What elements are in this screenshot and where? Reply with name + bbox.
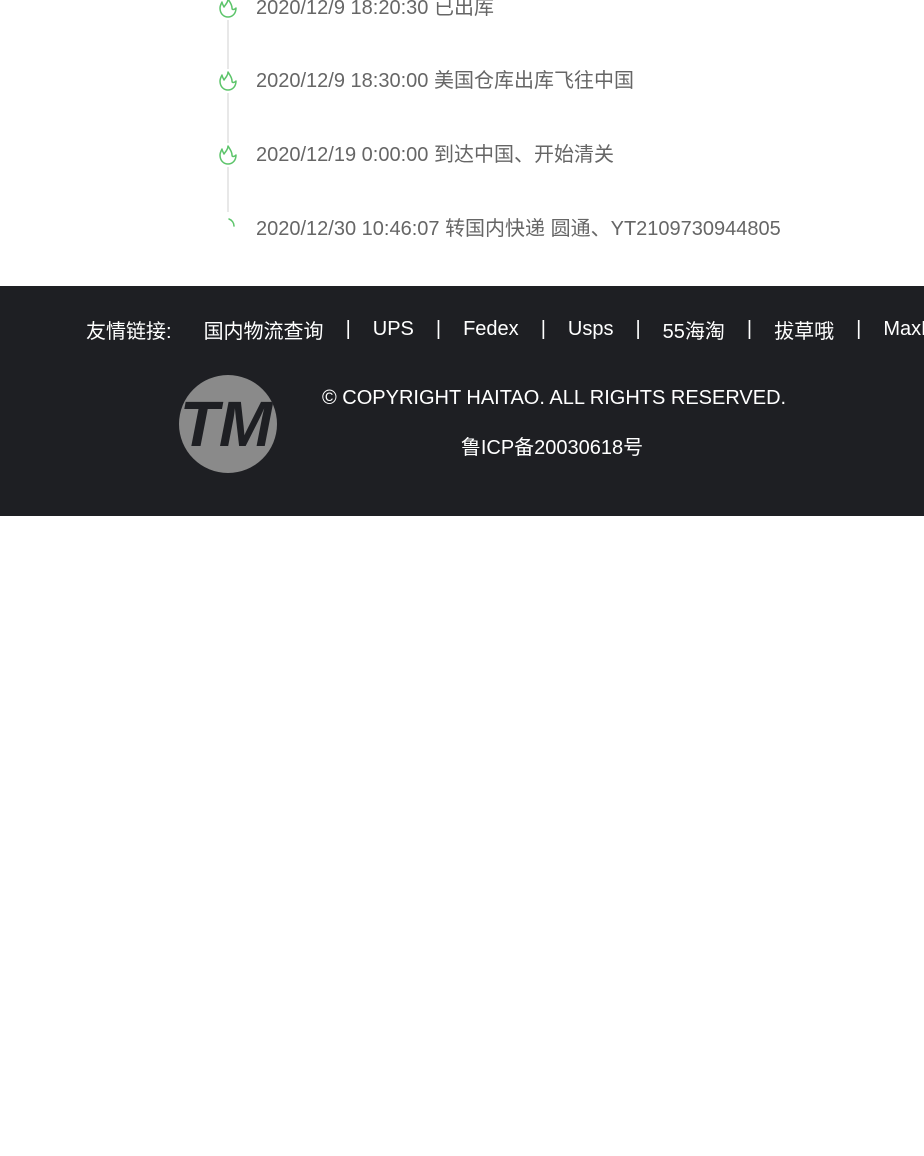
site-footer: 友情链接: 国内物流查询 | UPS | Fedex | Usps | 55海淘… — [0, 286, 924, 516]
link-separator: | — [435, 317, 442, 340]
timeline-item: 2020/12/9 18:20:30 已出库 — [0, 0, 924, 36]
flame-icon — [216, 0, 240, 20]
link-separator: | — [635, 317, 641, 340]
timeline-item: 2020/12/19 0:00:00 到达中国、开始清关 — [0, 143, 924, 183]
page: 2020/12/9 18:20:30 已出库 2020/12/9 18:30:0… — [0, 0, 924, 1156]
loading-icon — [216, 217, 240, 241]
friend-link-maxre[interactable]: MaxRe — [883, 318, 924, 341]
icp-license-link[interactable]: 鲁ICP备20030618号 — [322, 436, 782, 460]
link-separator: | — [540, 317, 546, 340]
friend-link-domestic-tracking[interactable]: 国内物流查询 — [204, 315, 324, 344]
timeline-item: 2020/12/30 10:46:07 转国内快递 圆通、YT210973094… — [0, 217, 924, 257]
friend-link-fedex[interactable]: Fedex — [463, 318, 519, 341]
friend-links: 友情链接: 国内物流查询 | UPS | Fedex | Usps | 55海淘… — [86, 315, 924, 344]
timeline-event-text: 2020/12/9 18:20:30 已出库 — [256, 0, 494, 19]
link-separator: | — [856, 317, 862, 340]
friend-link-usps[interactable]: Usps — [568, 318, 614, 341]
friend-link-ups[interactable]: UPS — [373, 318, 414, 341]
timeline-event-text: 2020/12/19 0:00:00 到达中国、开始清关 — [256, 144, 614, 166]
logistics-timeline: 2020/12/9 18:20:30 已出库 2020/12/9 18:30:0… — [0, 0, 924, 286]
copyright-text: © COPYRIGHT HAITAO. ALL RIGHTS RESERVED. — [322, 387, 787, 409]
link-separator: | — [746, 317, 753, 340]
timeline-event-text: 2020/12/9 18:30:00 美国仓库出库飞往中国 — [256, 70, 634, 92]
flame-icon — [216, 143, 240, 167]
friend-link-bacaoo[interactable]: 拔草哦 — [774, 315, 834, 344]
friend-links-title: 友情链接: — [86, 320, 172, 343]
timeline-event-text: 2020/12/30 10:46:07 转国内快递 圆通、YT210973094… — [256, 218, 781, 240]
svg-text:TM: TM — [180, 388, 274, 460]
flame-icon — [216, 69, 240, 93]
tm-logo: TM — [178, 374, 278, 474]
friend-link-55haitao[interactable]: 55海淘 — [663, 315, 725, 344]
link-separator: | — [345, 317, 351, 340]
timeline-item: 2020/12/9 18:30:00 美国仓库出库飞往中国 — [0, 69, 924, 109]
